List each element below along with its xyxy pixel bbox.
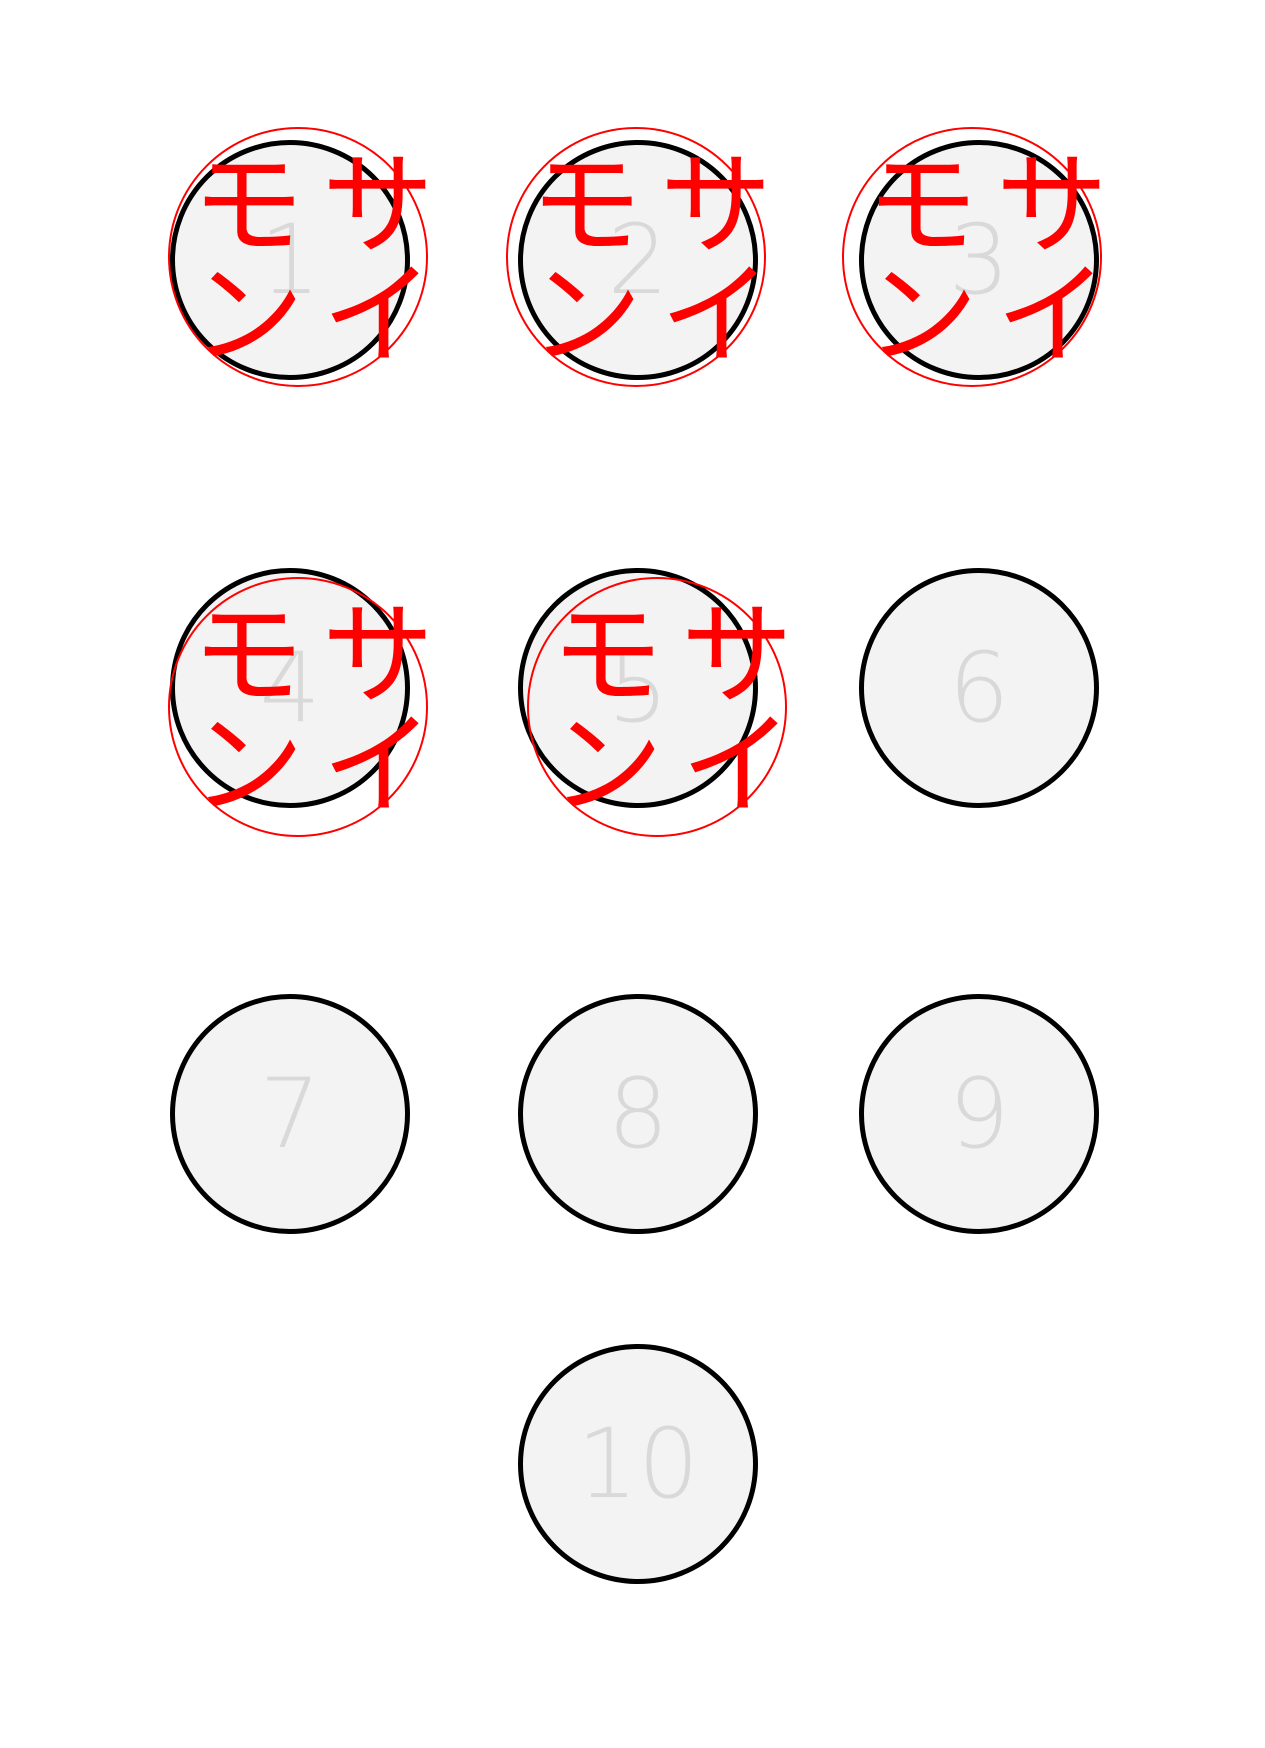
- stamp-char: モ: [192, 591, 304, 721]
- stamp-char: ン: [866, 251, 978, 381]
- stamp-char: サ: [322, 591, 434, 721]
- stamp-char: イ: [322, 701, 434, 831]
- pin-label: 10: [576, 1408, 700, 1520]
- stamp-text: モサンイ: [866, 141, 1108, 381]
- pin-label: 7: [259, 1058, 321, 1170]
- stamp-text: モサンイ: [192, 591, 434, 831]
- stamp-char: モ: [192, 141, 304, 271]
- stamp-char: モ: [551, 591, 663, 721]
- stamp-char: サ: [322, 141, 434, 271]
- pin-7[interactable]: 7: [170, 994, 410, 1234]
- stamp-char: イ: [660, 251, 772, 381]
- knocked-stamp: モサンイ: [527, 577, 793, 837]
- stamp-char: ン: [192, 251, 304, 381]
- stamp-char: ン: [192, 701, 304, 831]
- stamp-text: モサンイ: [530, 141, 772, 381]
- stamp-text: モサンイ: [551, 591, 793, 831]
- stamp-char: ン: [530, 251, 642, 381]
- knocked-stamp: モサンイ: [842, 127, 1108, 387]
- pin-8[interactable]: 8: [518, 994, 758, 1234]
- pin-label: 8: [607, 1058, 669, 1170]
- pin-label: 9: [948, 1058, 1010, 1170]
- stamp-char: ン: [551, 701, 663, 831]
- stamp-char: サ: [996, 141, 1108, 271]
- stamp-char: サ: [660, 141, 772, 271]
- stamp-char: イ: [322, 251, 434, 381]
- knocked-stamp: モサンイ: [168, 127, 434, 387]
- pin-6[interactable]: 6: [859, 568, 1099, 808]
- stamp-char: モ: [866, 141, 978, 271]
- stamp-text: モサンイ: [192, 141, 434, 381]
- pin-10[interactable]: 10: [518, 1344, 758, 1584]
- knocked-stamp: モサンイ: [506, 127, 772, 387]
- knocked-stamp: モサンイ: [168, 577, 434, 837]
- pin-label: 6: [948, 632, 1010, 744]
- pin-9[interactable]: 9: [859, 994, 1099, 1234]
- stamp-char: モ: [530, 141, 642, 271]
- stamp-char: イ: [681, 701, 793, 831]
- stamp-char: サ: [681, 591, 793, 721]
- stamp-char: イ: [996, 251, 1108, 381]
